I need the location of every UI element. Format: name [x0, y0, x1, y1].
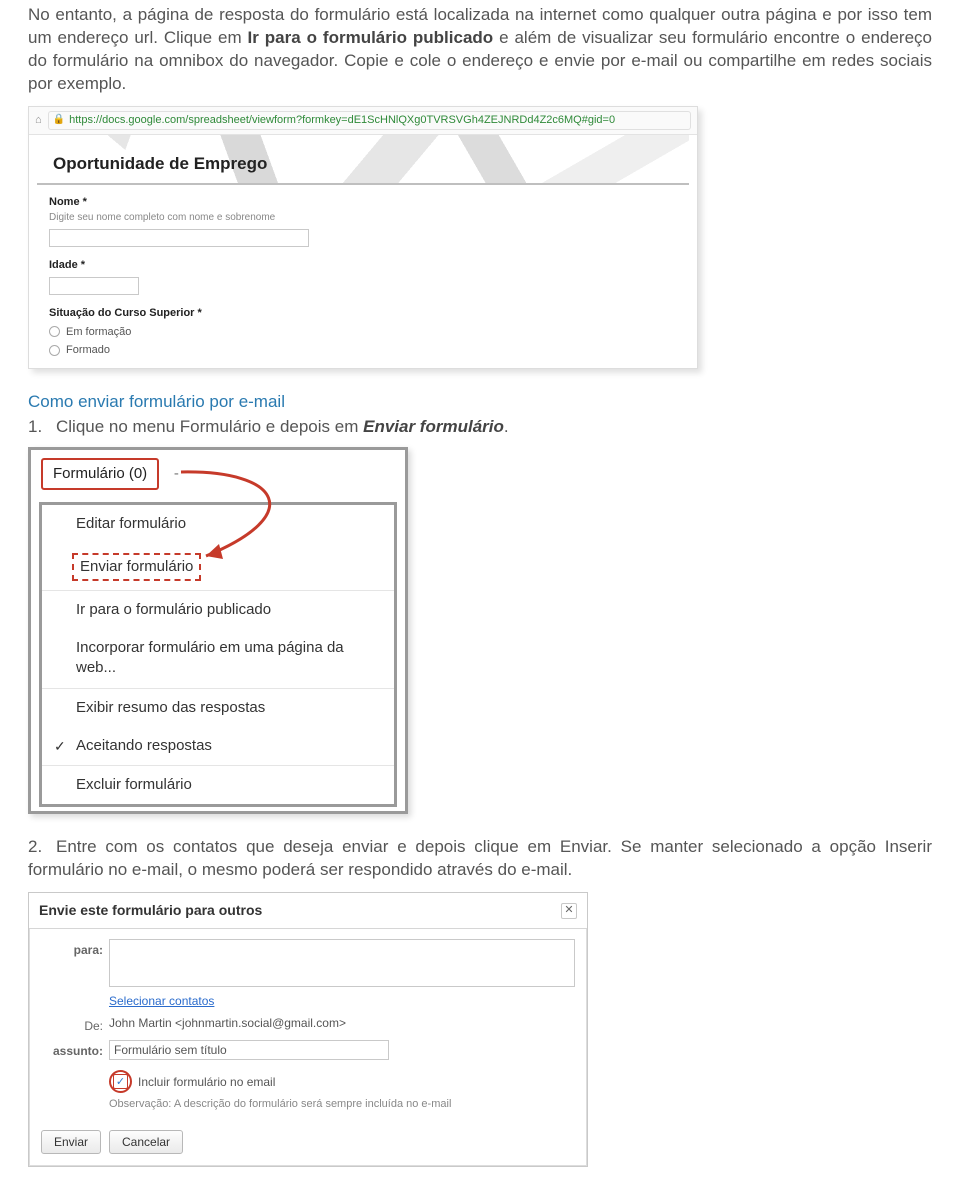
- include-checkbox[interactable]: ✓: [113, 1074, 128, 1089]
- nome-input[interactable]: [49, 229, 309, 247]
- idade-label: Idade *: [49, 258, 677, 273]
- home-icon: ⌂: [35, 113, 42, 128]
- de-value: John Martin <johnmartin.social@gmail.com…: [109, 1015, 575, 1031]
- menu-item-resumo[interactable]: Exibir resumo das respostas: [42, 688, 394, 727]
- assunto-input[interactable]: [109, 1040, 389, 1060]
- step-1-bold-italic: Enviar formulário: [363, 417, 504, 436]
- include-label: Incluir formulário no email: [138, 1074, 275, 1090]
- lock-icon: 🔒: [53, 113, 65, 127]
- step-1-text-b: .: [504, 417, 509, 436]
- situacao-label: Situação do Curso Superior *: [49, 306, 677, 321]
- send-dialog-screenshot: Envie este formulário para outros ✕ para…: [28, 892, 588, 1167]
- radio-label: Formado: [66, 343, 110, 358]
- step-1-text-a: Clique no menu Formulário e depois em: [56, 417, 363, 436]
- de-label: De:: [41, 1015, 109, 1034]
- select-contacts-link[interactable]: Selecionar contatos: [109, 994, 214, 1008]
- nome-hint: Digite seu nome completo com nome e sobr…: [49, 211, 677, 225]
- step-2-number: 2.: [28, 836, 56, 859]
- menu-item-aceitando[interactable]: ✓ Aceitando respostas: [42, 727, 394, 765]
- radio-em-formacao[interactable]: Em formação: [49, 325, 677, 340]
- menu-tail: -: [174, 464, 179, 484]
- check-icon: ✓: [54, 737, 66, 756]
- highlight-circle-icon: ✓: [109, 1070, 132, 1093]
- url-text: https://docs.google.com/spreadsheet/view…: [69, 113, 615, 128]
- menu-item-excluir[interactable]: Excluir formulário: [42, 765, 394, 804]
- close-icon[interactable]: ✕: [561, 903, 577, 919]
- step-2: 2.Entre com os contatos que deseja envia…: [28, 836, 932, 882]
- nome-label: Nome *: [49, 195, 677, 210]
- formulario-menu-button[interactable]: Formulário (0): [41, 458, 159, 490]
- form-header-banner: Oportunidade de Emprego: [37, 135, 689, 185]
- radio-icon: [49, 345, 60, 356]
- form-title: Oportunidade de Emprego: [53, 153, 267, 176]
- cancelar-button[interactable]: Cancelar: [109, 1130, 183, 1154]
- intro-paragraph: No entanto, a página de resposta do form…: [28, 4, 932, 96]
- observation-text: Observação: A descrição do formulário se…: [109, 1097, 575, 1112]
- menu-item-editar[interactable]: Editar formulário: [42, 505, 394, 543]
- para-input[interactable]: [109, 939, 575, 987]
- browser-address-bar: ⌂ 🔒 https://docs.google.com/spreadsheet/…: [29, 107, 697, 135]
- idade-input[interactable]: [49, 277, 139, 295]
- form-preview-screenshot: ⌂ 🔒 https://docs.google.com/spreadsheet/…: [28, 106, 698, 369]
- menu-item-incorporar[interactable]: Incorporar formulário em uma página da w…: [42, 629, 394, 688]
- highlight-box: Enviar formulário: [72, 553, 201, 581]
- url-box: 🔒 https://docs.google.com/spreadsheet/vi…: [48, 111, 691, 130]
- assunto-label: assunto:: [41, 1040, 109, 1059]
- radio-formado[interactable]: Formado: [49, 343, 677, 358]
- step-1: 1.Clique no menu Formulário e depois em …: [28, 416, 932, 439]
- step-1-number: 1.: [28, 416, 56, 439]
- intro-bold: Ir para o formulário publicado: [248, 28, 494, 47]
- para-label: para:: [41, 939, 109, 958]
- menu-item-enviar[interactable]: Enviar formulário: [42, 544, 394, 590]
- radio-icon: [49, 326, 60, 337]
- menu-item-label: Aceitando respostas: [76, 737, 212, 754]
- menu-screenshot: Formulário (0) - Editar formulário Envia…: [28, 447, 408, 814]
- radio-label: Em formação: [66, 325, 131, 340]
- step-2-text: Entre com os contatos que deseja enviar …: [28, 837, 932, 879]
- section-heading: Como enviar formulário por e-mail: [28, 391, 932, 414]
- menu-item-ir-publicado[interactable]: Ir para o formulário publicado: [42, 590, 394, 629]
- dialog-title: Envie este formulário para outros: [39, 901, 262, 920]
- enviar-button[interactable]: Enviar: [41, 1130, 101, 1154]
